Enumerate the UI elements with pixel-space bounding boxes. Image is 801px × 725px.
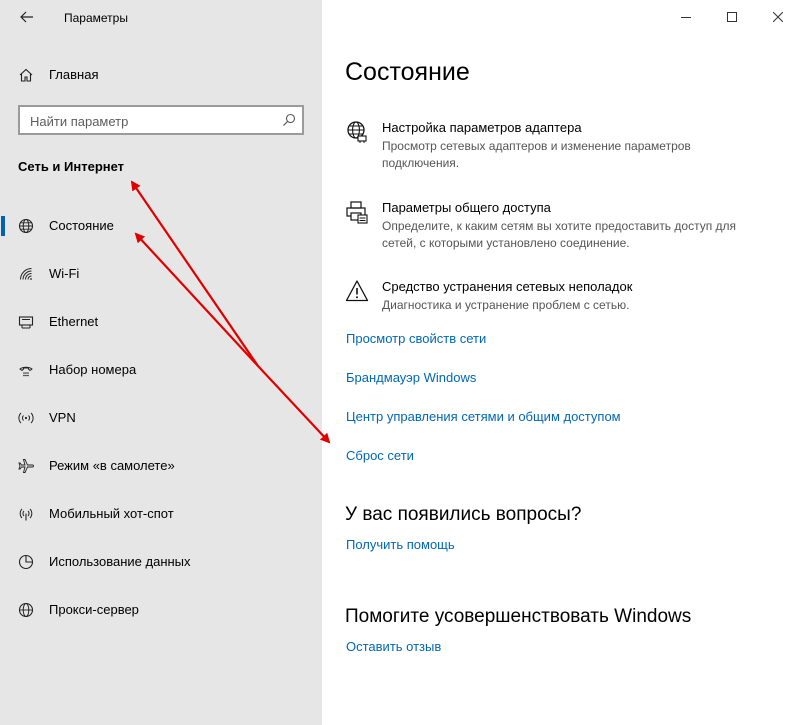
- close-icon: [773, 12, 783, 22]
- sidebar-item-label: VPN: [49, 410, 76, 425]
- sidebar-item-proxy[interactable]: Прокси-сервер: [0, 592, 322, 628]
- link-give-feedback[interactable]: Оставить отзыв: [346, 639, 441, 654]
- setting-description: Просмотр сетевых адаптеров и изменение п…: [382, 139, 691, 170]
- sidebar-item-label: Режим «в самолете»: [49, 458, 175, 473]
- link-windows-firewall[interactable]: Брандмауэр Windows: [346, 370, 476, 385]
- search-icon[interactable]: [282, 113, 296, 127]
- sidebar-item-label: Состояние: [49, 218, 114, 233]
- link-get-help[interactable]: Получить помощь: [346, 537, 455, 552]
- globe-icon: [18, 218, 34, 234]
- adapter-globe-icon: [347, 121, 367, 143]
- sidebar-item-data-usage[interactable]: Использование данных: [0, 544, 322, 580]
- active-indicator: [1, 216, 5, 236]
- maximize-button[interactable]: [709, 0, 755, 34]
- app-title: Параметры: [64, 11, 128, 25]
- back-button[interactable]: [14, 6, 40, 28]
- sidebar-item-wifi[interactable]: Wi-Fi: [0, 256, 322, 292]
- setting-title: Средство устранения сетевых неполадок: [382, 279, 633, 294]
- setting-description: Определите, к каким сетям вы хотите пред…: [382, 219, 737, 250]
- sidebar-item-label: Использование данных: [49, 554, 191, 569]
- back-arrow-icon: [20, 11, 33, 23]
- sidebar-item-ethernet[interactable]: Ethernet: [0, 304, 322, 340]
- ethernet-icon: [18, 316, 34, 329]
- minimize-icon: [681, 17, 691, 18]
- search-box[interactable]: [18, 105, 304, 135]
- sidebar-item-label: Мобильный хот-спот: [49, 506, 174, 521]
- nav-home-label: Главная: [49, 67, 99, 82]
- sidebar-item-label: Прокси-сервер: [49, 602, 139, 617]
- sidebar: Параметры Главная Сеть и Интернет Состоя…: [0, 0, 322, 725]
- home-icon: [19, 68, 33, 82]
- search-input[interactable]: [20, 107, 282, 135]
- proxy-globe-icon: [18, 602, 34, 618]
- window-controls: [663, 0, 801, 34]
- sidebar-item-status[interactable]: Состояние: [0, 208, 322, 244]
- setting-title: Параметры общего доступа: [382, 200, 551, 215]
- dialup-icon: [19, 366, 33, 377]
- link-network-sharing-center[interactable]: Центр управления сетями и общим доступом: [346, 409, 621, 424]
- wifi-icon: [20, 268, 32, 280]
- minimize-button[interactable]: [663, 0, 709, 34]
- data-usage-icon: [18, 554, 34, 570]
- nav-home[interactable]: Главная: [0, 60, 322, 90]
- link-network-properties[interactable]: Просмотр свойств сети: [346, 331, 486, 346]
- airplane-icon: [18, 459, 34, 473]
- warning-icon: [345, 280, 369, 302]
- questions-heading: У вас появились вопросы?: [345, 504, 582, 525]
- sharing-printer-icon: [346, 201, 368, 224]
- sidebar-item-vpn[interactable]: VPN: [0, 400, 322, 436]
- improve-heading: Помогите усовершенствовать Windows: [345, 606, 692, 627]
- vpn-icon: [18, 412, 34, 424]
- maximize-icon: [727, 12, 737, 22]
- sidebar-item-dialup[interactable]: Набор номера: [0, 352, 322, 388]
- setting-description: Диагностика и устранение проблем с сетью…: [382, 298, 630, 312]
- hotspot-icon: [19, 508, 33, 521]
- sidebar-item-airplane[interactable]: Режим «в самолете»: [0, 448, 322, 484]
- sidebar-item-label: Wi-Fi: [49, 266, 80, 281]
- section-title: Сеть и Интернет: [18, 159, 125, 174]
- link-network-reset[interactable]: Сброс сети: [346, 448, 414, 463]
- page-title: Состояние: [345, 58, 470, 86]
- sidebar-item-hotspot[interactable]: Мобильный хот-спот: [0, 496, 322, 532]
- sidebar-item-label: Ethernet: [49, 314, 99, 329]
- close-button[interactable]: [755, 0, 801, 34]
- setting-title: Настройка параметров адаптера: [382, 120, 582, 135]
- sidebar-item-label: Набор номера: [49, 362, 137, 377]
